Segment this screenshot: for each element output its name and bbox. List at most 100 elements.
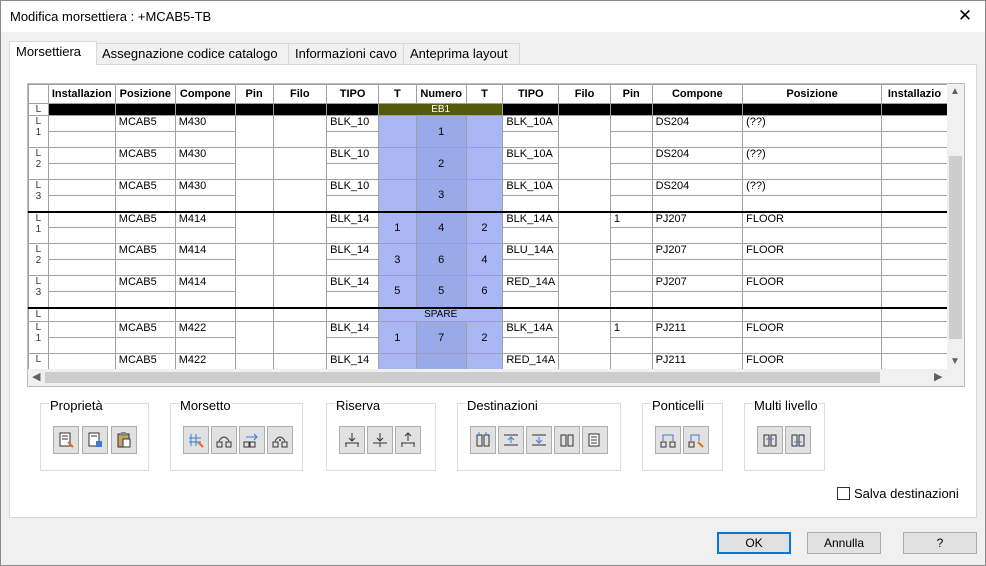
cell-terminal-left[interactable]: 1 — [378, 210, 417, 244]
cell-terminal-left[interactable] — [378, 353, 417, 370]
cell-componente[interactable]: M414 — [174, 210, 236, 228]
cell[interactable] — [174, 259, 236, 276]
cell[interactable] — [609, 103, 653, 116]
cell-numero[interactable]: 4 — [415, 210, 467, 244]
cell[interactable] — [609, 259, 653, 276]
cell[interactable] — [326, 337, 380, 354]
cell-terminal-right[interactable]: 2 — [465, 210, 504, 244]
cell[interactable] — [609, 227, 653, 244]
cell-tipo-dest[interactable]: BLK_10A — [502, 115, 560, 132]
cell[interactable] — [114, 337, 176, 354]
cell-posizione-dest[interactable]: (??) — [742, 115, 882, 132]
cell-pin-dest[interactable] — [609, 353, 653, 370]
cell-terminal-left[interactable] — [378, 147, 417, 180]
cell[interactable] — [47, 291, 116, 308]
cell-installazione-dest[interactable] — [880, 179, 948, 196]
cell-filo[interactable] — [272, 147, 328, 180]
cell[interactable] — [880, 337, 948, 354]
cell-tipo[interactable]: BLK_10 — [326, 115, 380, 132]
scroll-down-icon[interactable]: ▼ — [950, 356, 960, 367]
cell[interactable] — [609, 291, 653, 308]
col-header[interactable]: TIPO — [326, 84, 380, 104]
cell-componente[interactable]: M430 — [174, 179, 236, 196]
row-header[interactable]: L3 — [28, 275, 49, 308]
cell-terminal-left[interactable]: 3 — [378, 243, 417, 276]
cell[interactable] — [742, 259, 882, 276]
cell[interactable] — [272, 103, 328, 116]
cell-posizione[interactable]: MCAB5 — [114, 179, 176, 196]
cell[interactable] — [47, 306, 116, 322]
cell[interactable] — [558, 306, 611, 322]
cell-tipo[interactable]: BLK_10 — [326, 179, 380, 196]
col-header[interactable]: Compone — [174, 84, 236, 104]
cell[interactable] — [880, 306, 948, 322]
close-icon[interactable]: ✕ — [955, 6, 975, 26]
table-row[interactable]: L MCAB5 M422 BLK_14 RED_14A PJ211 FLOOR — [28, 353, 948, 370]
cell-pin-dest[interactable] — [609, 275, 653, 292]
cell-filo-dest[interactable] — [558, 210, 611, 244]
terminal-jump-icon[interactable] — [211, 426, 237, 454]
cell[interactable] — [742, 306, 882, 322]
cell-pin[interactable] — [234, 275, 274, 308]
table-row[interactable]: L 3 MCAB5 M430 BLK_10 3 BLK_10A DS204 (??) — [28, 179, 948, 212]
table-row[interactable]: L 1 MCAB5 M430 BLK_10 1 BLK_10A DS204 (??) — [28, 115, 948, 148]
cell-filo[interactable] — [272, 275, 328, 308]
cell[interactable] — [502, 163, 560, 180]
cell-numero[interactable]: 6 — [415, 243, 467, 276]
cell[interactable] — [114, 306, 176, 322]
cell[interactable] — [174, 163, 236, 180]
cell[interactable] — [326, 227, 380, 244]
row-header[interactable]: L2 — [28, 147, 49, 180]
cell[interactable] — [47, 103, 116, 116]
cell[interactable] — [326, 291, 380, 308]
cell-tipo[interactable]: BLK_14 — [326, 275, 380, 292]
col-header[interactable]: Numero — [415, 84, 467, 104]
table-row[interactable]: L 3 MCAB5 M414 BLK_14 5 5 6 RED_14A PJ207 FLOOR — [28, 275, 948, 308]
cell[interactable] — [742, 337, 882, 354]
cell[interactable] — [114, 195, 176, 212]
vertical-scroll-thumb[interactable] — [949, 156, 962, 339]
multilevel-edit-icon[interactable] — [785, 426, 811, 454]
col-header[interactable]: Posizione — [742, 84, 882, 104]
cell-numero[interactable]: 3 — [415, 179, 467, 212]
col-header[interactable]: TIPO — [502, 84, 560, 104]
cell[interactable] — [742, 103, 882, 116]
cell-filo-dest[interactable] — [558, 321, 611, 354]
cell-tipo[interactable]: BLK_14 — [326, 210, 380, 228]
cell-pin[interactable] — [234, 243, 274, 276]
cell-posizione-dest[interactable]: FLOOR — [742, 243, 882, 260]
cell-pin-dest[interactable] — [609, 115, 653, 132]
cell-pin-dest[interactable]: 1 — [609, 210, 653, 228]
tab-anteprima-layout[interactable]: Anteprima layout — [403, 43, 520, 64]
cell-posizione[interactable]: MCAB5 — [114, 353, 176, 370]
cell[interactable] — [502, 306, 560, 322]
cell-pin-dest[interactable]: 1 — [609, 321, 653, 338]
cell[interactable] — [651, 259, 744, 276]
cell-installazione-dest[interactable] — [880, 275, 948, 292]
cell-filo-dest[interactable] — [558, 147, 611, 180]
cell[interactable] — [742, 131, 882, 148]
cell-tipo-dest[interactable]: RED_14A — [502, 353, 560, 370]
cell-terminal-right[interactable]: 2 — [465, 321, 504, 354]
col-header[interactable]: Filo — [558, 84, 611, 104]
cell[interactable] — [174, 227, 236, 244]
row-header[interactable]: L1 — [28, 115, 49, 148]
cell-posizione[interactable]: MCAB5 — [114, 243, 176, 260]
cell[interactable] — [174, 291, 236, 308]
cell[interactable] — [742, 227, 882, 244]
cell[interactable] — [880, 103, 948, 116]
cell-filo[interactable] — [272, 115, 328, 148]
cell[interactable] — [609, 195, 653, 212]
paste-properties-icon[interactable] — [111, 426, 137, 454]
col-header[interactable]: Installazio — [880, 84, 948, 104]
col-header[interactable]: Filo — [272, 84, 328, 104]
cell-installazione[interactable] — [47, 115, 116, 132]
cell-numero[interactable]: 2 — [415, 147, 467, 180]
cell-pin[interactable] — [234, 147, 274, 180]
cell-numero[interactable] — [415, 353, 467, 370]
cell[interactable] — [114, 131, 176, 148]
cell-terminal-right[interactable] — [465, 353, 504, 370]
cell-componente[interactable]: M414 — [174, 275, 236, 292]
cell[interactable] — [47, 259, 116, 276]
edit-properties-icon[interactable] — [53, 426, 79, 454]
